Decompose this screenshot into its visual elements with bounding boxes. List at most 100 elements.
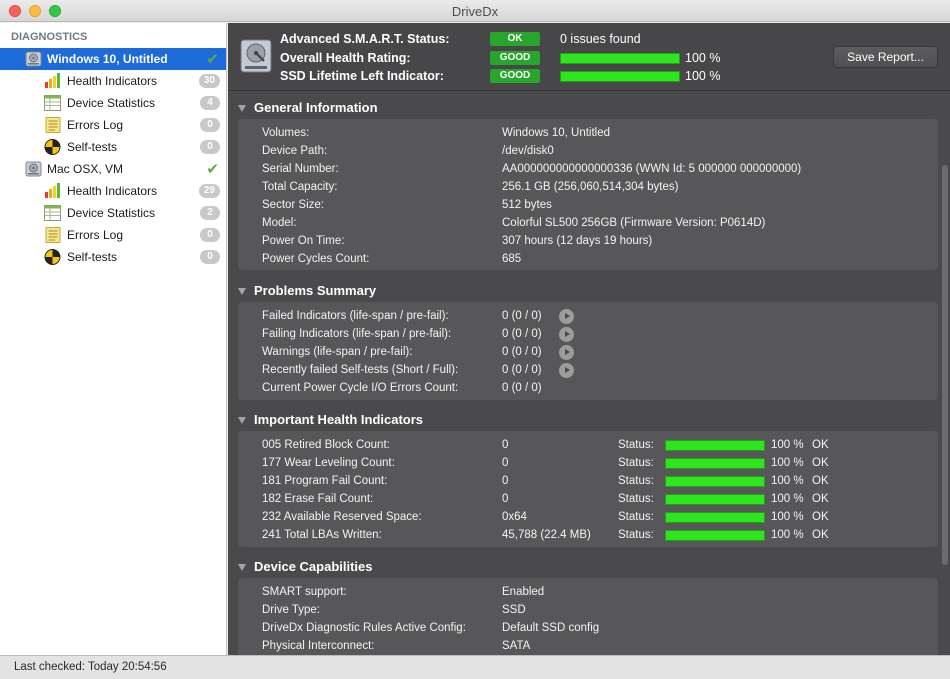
sidebar-item-label: Device Statistics [67,206,156,220]
smart-status-label: Advanced S.M.A.R.T. Status: [280,32,450,46]
count-badge: 30 [198,74,220,88]
indicator-percent: 100 % [771,511,804,523]
smart-status-text: 0 issues found [560,32,641,46]
sidebar-item-self-tests[interactable]: Self-tests 0 [0,246,226,268]
indicator-status-bar [665,530,765,541]
sidebar-item-label: Errors Log [67,118,124,132]
health-rating-bar [560,53,680,64]
smart-status-pill: OK [490,32,540,46]
go-arrow-icon[interactable] [559,327,574,342]
bar-chart-icon [45,183,60,198]
sidebar-item-device-statistics[interactable]: Device Statistics 2 [0,202,226,224]
window-title: DriveDx [451,4,499,19]
sidebar-item-errors-log[interactable]: Errors Log 0 [0,224,226,246]
capability-key: DriveDx Diagnostic Rules Active Config: [262,622,466,634]
sidebar-drive-macosx[interactable]: Mac OSX, VM ✔ [0,158,226,180]
info-value: 512 bytes [502,199,552,211]
indicator-state: OK [812,529,829,541]
notepad-icon [45,117,61,133]
drive-name: Windows 10, Untitled [47,52,168,66]
sidebar-item-errors-log[interactable]: Errors Log 0 [0,114,226,136]
status-label: Status: [618,457,654,469]
section-title-general: General Information [254,100,378,115]
device-capabilities-panel: SMART support: Enabled Drive Type: SSD D… [238,578,938,655]
indicator-name: 241 Total LBAs Written: [262,529,382,541]
count-badge: 0 [200,140,220,154]
sidebar-item-label: Self-tests [67,140,118,154]
disclosure-triangle-icon[interactable] [238,564,246,571]
hard-drive-icon [25,51,42,67]
info-key: Model: [262,217,297,229]
disclosure-triangle-icon[interactable] [238,288,246,295]
problem-value: 0 (0 / 0) [502,382,542,394]
indicator-value: 0 [502,475,509,487]
info-key: Device Path: [262,145,328,157]
indicator-percent: 100 % [771,493,804,505]
problem-key: Warnings (life-span / pre-fail): [262,346,413,358]
problem-key: Recently failed Self-tests (Short / Full… [262,364,459,376]
count-badge: 29 [198,184,220,198]
health-rating-label: Overall Health Rating: [280,51,411,65]
go-arrow-icon[interactable] [559,345,574,360]
indicator-state: OK [812,511,829,523]
capability-key: Drive Type: [262,604,320,616]
go-arrow-icon[interactable] [559,363,574,378]
indicator-state: OK [812,493,829,505]
sidebar-item-label: Self-tests [67,250,118,264]
general-info-panel: Volumes: Windows 10, Untitled Device Pat… [238,119,938,270]
info-value: Windows 10, Untitled [502,127,611,139]
health-indicators-panel: 005 Retired Block Count: 0 Status: 100 %… [238,431,938,547]
health-rating-value: 100 % [685,51,721,65]
sidebar-drive-windows[interactable]: Windows 10, Untitled ✔ [0,48,226,70]
sidebar-item-health-indicators[interactable]: Health Indicators 29 [0,180,226,202]
info-key: Power Cycles Count: [262,253,370,265]
health-rating-pill: GOOD [490,51,540,65]
capability-value: SSD [502,604,526,616]
info-key: Sector Size: [262,199,324,211]
info-value: 256.1 GB (256,060,514,304 bytes) [502,181,679,193]
count-badge: 2 [200,206,220,220]
status-label: Status: [618,475,654,487]
capability-key: Physical Interconnect: [262,640,375,652]
info-value: 307 hours (12 days 19 hours) [502,235,653,247]
test-target-icon [44,139,61,155]
indicator-status-bar [665,440,765,451]
count-badge: 0 [200,118,220,132]
indicator-percent: 100 % [771,439,804,451]
indicator-name: 005 Retired Block Count: [262,439,390,451]
hard-drive-icon [240,39,272,73]
sidebar-item-label: Health Indicators [67,184,158,198]
title-bar[interactable]: DriveDx [0,0,950,22]
notepad-icon [45,227,61,243]
indicator-state: OK [812,475,829,487]
go-arrow-icon[interactable] [559,309,574,324]
indicator-name: 181 Program Fail Count: [262,475,388,487]
indicator-name: 177 Wear Leveling Count: [262,457,395,469]
status-label: Status: [618,493,654,505]
problem-value: 0 (0 / 0) [502,364,542,376]
checkmark-icon: ✔ [206,161,219,178]
problem-value: 0 (0 / 0) [502,310,542,322]
indicator-status-bar [665,494,765,505]
drive-name: Mac OSX, VM [47,162,124,176]
sidebar-item-device-statistics[interactable]: Device Statistics 4 [0,92,226,114]
disclosure-triangle-icon[interactable] [238,417,246,424]
table-icon [44,205,61,221]
info-value: 685 [502,253,522,265]
problem-key: Failing Indicators (life-span / pre-fail… [262,328,452,340]
vertical-scrollbar[interactable] [942,165,948,565]
capability-key: SMART support: [262,586,347,598]
save-report-button[interactable]: Save Report... [833,46,938,68]
sidebar-header: DIAGNOSTICS [11,31,88,43]
sidebar-item-health-indicators[interactable]: Health Indicators 30 [0,70,226,92]
sidebar-item-self-tests[interactable]: Self-tests 0 [0,136,226,158]
info-key: Serial Number: [262,163,339,175]
status-label: Status: [618,439,654,451]
disclosure-triangle-icon[interactable] [238,105,246,112]
info-value: Colorful SL500 256GB (Firmware Version: … [502,217,766,229]
indicator-value: 0 [502,457,509,469]
info-key: Total Capacity: [262,181,338,193]
status-footer: Last checked: Today 20:54:56 [0,655,950,679]
details-scroll-area[interactable]: General Information Volumes: Windows 10,… [228,92,950,655]
indicator-name: 232 Available Reserved Space: [262,511,422,523]
